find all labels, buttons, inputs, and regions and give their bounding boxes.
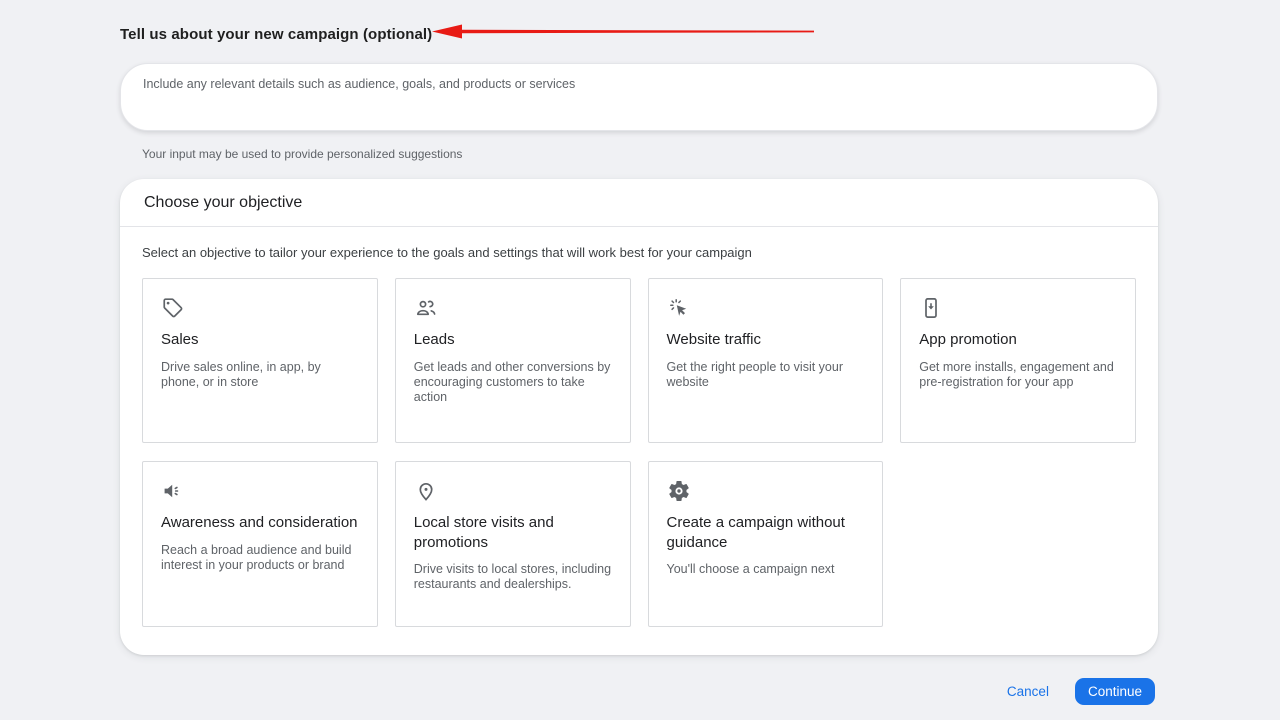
campaign-details-input[interactable] <box>121 64 1157 130</box>
people-icon <box>414 296 438 320</box>
tile-description: Get more installs, engagement and pre-re… <box>919 360 1117 390</box>
megaphone-icon <box>161 479 185 503</box>
objective-tile-website-traffic[interactable]: Website traffic Get the right people to … <box>648 278 884 443</box>
choose-objective-card: Choose your objective Select an objectiv… <box>120 179 1158 655</box>
tile-description: Get leads and other conversions by encou… <box>414 360 612 405</box>
footer-actions: Cancel Continue <box>120 678 1158 705</box>
phone-download-icon <box>919 296 943 320</box>
objective-tile-local-store[interactable]: Local store visits and promotions Drive … <box>395 461 631 627</box>
objective-section-title: Choose your objective <box>120 179 1158 227</box>
objective-section-body: Select an objective to tailor your exper… <box>120 227 1158 655</box>
objective-tile-leads[interactable]: Leads Get leads and other conversions by… <box>395 278 631 443</box>
objective-tile-awareness[interactable]: Awareness and consideration Reach a broa… <box>142 461 378 627</box>
tile-description: Drive visits to local stores, including … <box>414 562 612 592</box>
input-helper-text: Your input may be used to provide person… <box>142 147 1158 161</box>
objective-tile-app-promotion[interactable]: App promotion Get more installs, engagem… <box>900 278 1136 443</box>
tile-description: Get the right people to visit your websi… <box>667 360 865 390</box>
tile-title: Leads <box>414 330 612 350</box>
cancel-button[interactable]: Cancel <box>1007 684 1049 699</box>
tile-title: Sales <box>161 330 359 350</box>
continue-button[interactable]: Continue <box>1075 678 1155 705</box>
cursor-click-icon <box>667 296 691 320</box>
objective-tile-sales[interactable]: Sales Drive sales online, in app, by pho… <box>142 278 378 443</box>
campaign-details-input-card <box>120 63 1158 131</box>
tile-title: Create a campaign without guidance <box>667 513 865 552</box>
tile-description: Reach a broad audience and build interes… <box>161 543 359 573</box>
tile-title: Website traffic <box>667 330 865 350</box>
objective-tile-no-guidance[interactable]: Create a campaign without guidance You'l… <box>648 461 884 627</box>
tile-title: Awareness and consideration <box>161 513 359 533</box>
gear-icon <box>667 479 691 503</box>
location-pin-icon <box>414 479 438 503</box>
objective-section-subtitle: Select an objective to tailor your exper… <box>142 245 1136 260</box>
objective-grid: Sales Drive sales online, in app, by pho… <box>142 278 1136 627</box>
tag-icon <box>161 296 185 320</box>
page-title: Tell us about your new campaign (optiona… <box>120 0 1158 43</box>
tile-title: Local store visits and promotions <box>414 513 612 552</box>
campaign-setup-page: Tell us about your new campaign (optiona… <box>120 0 1158 705</box>
tile-description: You'll choose a campaign next <box>667 562 865 577</box>
tile-description: Drive sales online, in app, by phone, or… <box>161 360 359 390</box>
tile-title: App promotion <box>919 330 1117 350</box>
